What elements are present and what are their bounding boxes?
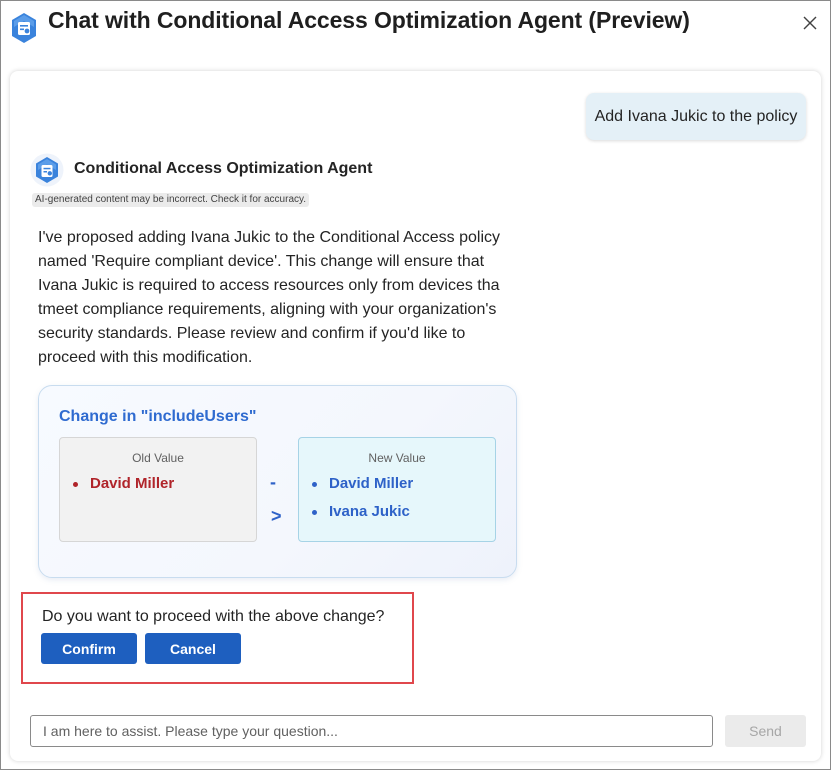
old-value-list: David Miller [70,474,174,502]
bullet-icon [312,482,317,487]
new-value-list: David Miller Ivana Jukic [309,474,413,530]
cancel-button[interactable]: Cancel [145,633,241,664]
change-card: Change in "includeUsers" Old Value David… [38,385,517,578]
ai-disclaimer-badge: AI-generated content may be incorrect. C… [32,193,310,207]
arrow-dash: - [270,472,276,492]
confirm-button[interactable]: Confirm [41,633,137,664]
old-value-item: David Miller [90,475,175,492]
send-button[interactable]: Send [725,715,806,747]
old-value-label: Old Value [132,451,184,465]
chat-input[interactable] [30,715,713,747]
bullet-icon [312,510,317,515]
agent-name: Conditional Access Optimization Agent [74,160,373,177]
list-item: David Miller [309,474,413,502]
change-title: Change in "includeUsers" [59,408,257,425]
dialog-title: Chat with Conditional Access Optimizatio… [48,7,690,33]
list-item: David Miller [70,474,174,502]
new-value-label: New Value [368,451,426,465]
agent-message: I've proposed adding Ivana Jukic to the … [38,229,500,366]
new-value-box: New Value David Miller Ivana Jukic [298,437,496,542]
new-value-item: Ivana Jukic [329,503,410,520]
old-value-box: Old Value David Miller [59,437,257,542]
new-value-item: David Miller [329,475,414,492]
user-message-bubble: Add Ivana Jukic to the policy [586,93,806,140]
confirmation-prompt: Do you want to proceed with the above ch… [21,592,414,684]
dialog-header: Chat with Conditional Access Optimizatio… [0,0,831,48]
list-item: Ivana Jukic [309,502,413,530]
close-icon[interactable] [799,12,821,34]
confirmation-question: Do you want to proceed with the above ch… [42,608,385,625]
bullet-icon [73,482,78,487]
agent-logo-icon [30,153,64,187]
arrow-head: > [271,506,282,526]
agent-logo-icon [10,12,38,44]
